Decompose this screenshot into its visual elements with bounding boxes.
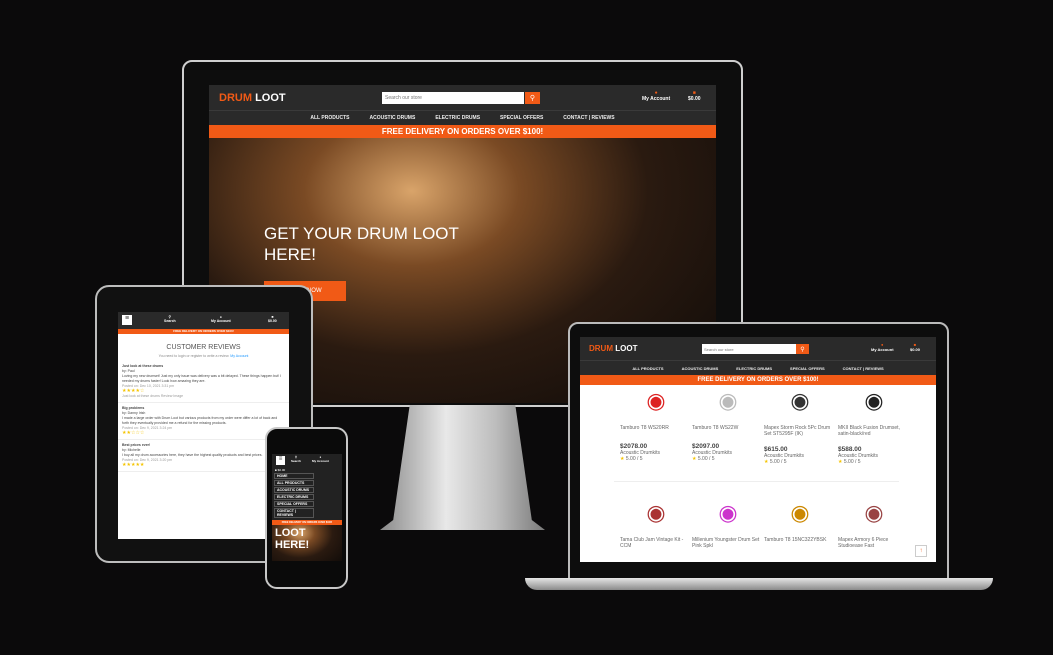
- hero-title: LOOT HERE!: [272, 525, 342, 561]
- drum-kit-image: ◉: [718, 500, 738, 525]
- my-account-link[interactable]: My Account: [230, 354, 248, 358]
- my-account-link[interactable]: ● My Account: [871, 342, 894, 352]
- product-card[interactable]: ◉ Millenium Youngster Drum Set Pink Spkl: [692, 497, 764, 549]
- nav-special-offers[interactable]: SPECIAL OFFERS: [790, 366, 825, 371]
- search-icon: ⚲: [529, 95, 536, 102]
- nav-acoustic-drums[interactable]: ACOUSTIC DRUMS: [682, 366, 719, 371]
- hero-title: GET YOUR DRUM LOOT HERE!: [264, 224, 459, 264]
- drum-kit-image: ◉: [864, 500, 884, 525]
- hamburger-icon: ≡: [278, 456, 283, 462]
- site-header: ≡ ⚲ Search ● My Account ■ $0.00: [118, 312, 289, 329]
- reviews-title: CUSTOMER REVIEWS: [166, 344, 241, 351]
- search-link[interactable]: ⚲ Search: [291, 455, 301, 463]
- menu-acoustic-drums[interactable]: ACOUSTIC DRUMS: [274, 487, 314, 493]
- nav-electric-drums[interactable]: ELECTRIC DRUMS: [435, 115, 480, 121]
- product-card[interactable]: ◉ MKII Black Fusion Drumset, satin-black/…: [838, 385, 910, 465]
- hamburger-icon: ≡: [124, 315, 130, 322]
- laptop-base: [525, 578, 993, 590]
- my-account-link[interactable]: ● My Account: [312, 455, 329, 463]
- star-icon: ★: [838, 459, 843, 465]
- drum-kit-image: ◉: [790, 388, 810, 413]
- nav-acoustic-drums[interactable]: ACOUSTIC DRUMS: [369, 115, 415, 121]
- nav-contact-reviews[interactable]: CONTACT | REVIEWS: [563, 115, 614, 121]
- arrow-up-icon: ↑: [919, 548, 923, 554]
- delivery-banner: FREE DELIVERY ON ORDERS OVER $100!: [209, 125, 716, 138]
- product-card[interactable]: ◉ Mapex Armory 6 Piece Studioease Fast: [838, 497, 910, 549]
- star-icon: ★: [620, 456, 625, 462]
- review-item: Best prices ever! by: Michelle I buy all…: [118, 440, 289, 472]
- nav-all-products[interactable]: ALL PRODUCTS: [310, 115, 349, 121]
- my-account-link[interactable]: ● My Account: [642, 90, 670, 102]
- logo[interactable]: DRUM LOOT: [219, 92, 286, 104]
- product-card[interactable]: ◉ Tama Club Jam Vintage Kit -CCM: [620, 497, 692, 549]
- menu-special-offers[interactable]: SPECIAL OFFERS: [274, 501, 314, 507]
- site-header: ≡ ⚲ Search ● My Account: [272, 454, 342, 468]
- back-to-top-button[interactable]: ↑: [915, 545, 927, 557]
- drum-kit-image: ◉: [646, 500, 666, 525]
- search-icon: ⚲: [800, 346, 805, 353]
- drum-kit-image: ◉: [790, 500, 810, 525]
- cart-link[interactable]: ■ $0.00: [910, 342, 920, 352]
- tablet-screen: ≡ ⚲ Search ● My Account ■ $0.00 FREE DELIVE…: [118, 312, 289, 539]
- star-rating: ★★★★★: [122, 462, 145, 468]
- site-header: DRUM LOOT Search our store ⚲ ● My Account…: [209, 85, 716, 110]
- phone-screen: ≡ ⚲ Search ● My Account ■ $0.00 HOME ALL P…: [272, 454, 342, 561]
- menu-all-products[interactable]: ALL PRODUCTS: [274, 480, 314, 486]
- product-card[interactable]: ◉ Tamburo T8 WS22W $2097.00 Acoustic Drumki…: [692, 385, 764, 462]
- bag-icon: ■: [275, 468, 277, 472]
- my-account-link[interactable]: ● My Account: [211, 315, 231, 323]
- drum-kit-image: ◉: [646, 388, 666, 413]
- divider: [614, 481, 899, 482]
- main-nav: ALL PRODUCTS ACOUSTIC DRUMS ELECTRIC DRU…: [209, 110, 716, 125]
- product-card[interactable]: ◉ Tamburo T8 WS20RR $2078.00 Acoustic Drumk…: [620, 385, 692, 462]
- laptop-screen: DRUM LOOT Search our store ⚲ ● My Account…: [580, 337, 936, 562]
- login-note: You need to login or register to write a…: [158, 354, 249, 358]
- search-link[interactable]: ⚲ Search: [164, 315, 176, 323]
- star-icon: ★: [764, 459, 769, 465]
- product-card[interactable]: ◉ Tamburo T8 15NC322YBSK: [764, 497, 836, 543]
- site-header: DRUM LOOT Search our store ⚲ ● My Account…: [580, 337, 936, 360]
- cart-link[interactable]: ■ $0.00: [688, 90, 701, 102]
- review-item: Big problems by: Danny Irish I made a la…: [118, 403, 289, 440]
- review-image: Just look at these drums Review Image: [122, 394, 184, 398]
- drum-kit-image: ◉: [718, 388, 738, 413]
- product-card[interactable]: ◉ Mapex Storm Rock 5Pc Drum Set ST5295F (…: [764, 385, 836, 465]
- logo[interactable]: DRUM LOOT: [589, 344, 637, 353]
- search-button[interactable]: ⚲: [525, 92, 540, 104]
- monitor-stand: [380, 405, 545, 530]
- menu-toggle-button[interactable]: ≡: [122, 315, 132, 325]
- nav-electric-drums[interactable]: ELECTRIC DRUMS: [736, 366, 772, 371]
- nav-contact-reviews[interactable]: CONTACT | REVIEWS: [843, 366, 884, 371]
- nav-all-products[interactable]: ALL PRODUCTS: [632, 366, 663, 371]
- menu-home[interactable]: HOME: [274, 473, 314, 479]
- cart-link[interactable]: ■ $0.00: [268, 315, 277, 323]
- main-nav: ALL PRODUCTS ACOUSTIC DRUMS ELECTRIC DRU…: [580, 360, 936, 375]
- nav-special-offers[interactable]: SPECIAL OFFERS: [500, 115, 543, 121]
- cart-link[interactable]: ■ $0.00: [272, 468, 342, 472]
- product-grid: ◉ Tamburo T8 WS20RR $2078.00 Acoustic Drumk…: [580, 385, 936, 562]
- drum-kit-image: ◉: [864, 388, 884, 413]
- search-button[interactable]: ⚲: [796, 344, 809, 354]
- search-input[interactable]: Search our store: [702, 344, 796, 354]
- delivery-banner: FREE DELIVERY ON ORDERS OVER $100!: [580, 375, 936, 385]
- star-icon: ★: [692, 456, 697, 462]
- menu-electric-drums[interactable]: ELECTRIC DRUMS: [274, 494, 314, 500]
- menu-toggle-button[interactable]: ≡: [276, 456, 285, 465]
- delivery-banner: FREE DELIVERY ON ORDERS OVER $100!: [118, 329, 289, 334]
- star-rating: ★★☆☆☆: [122, 430, 145, 436]
- review-item: Just look at these drums by: Paul Loving…: [118, 361, 289, 403]
- menu-contact-reviews[interactable]: CONTACT | REVIEWS: [274, 508, 314, 518]
- search-input[interactable]: Search our store: [382, 92, 524, 104]
